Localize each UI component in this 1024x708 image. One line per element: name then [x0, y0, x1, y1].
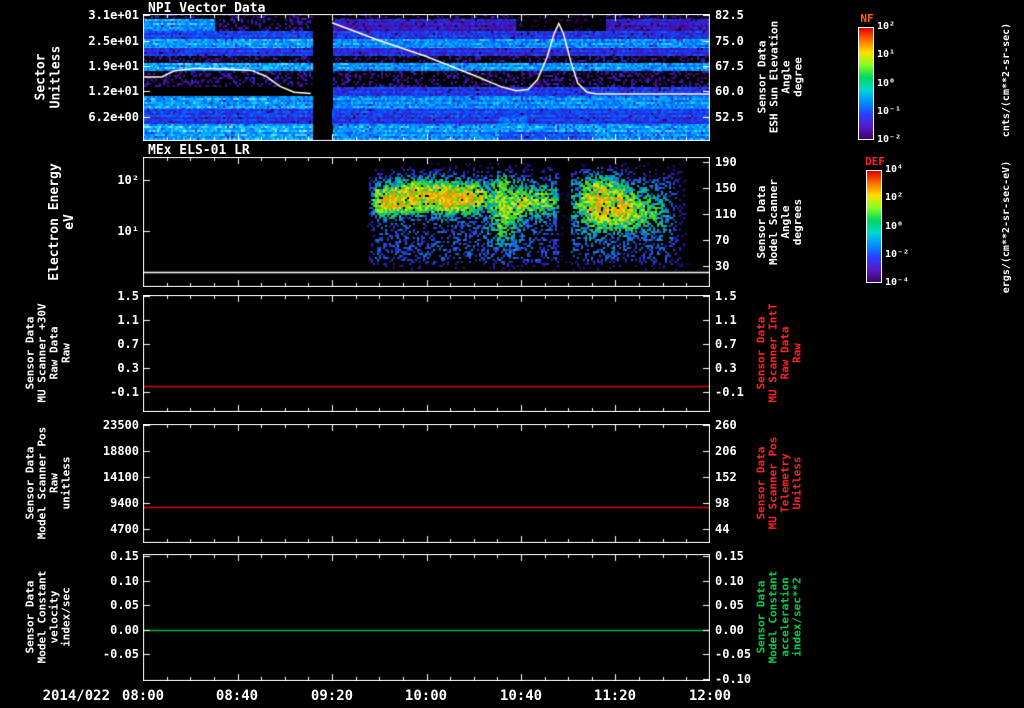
panel1-ytick-label: 1.2e+01	[88, 84, 139, 98]
panel5-y2tick-label: -0.10	[715, 672, 752, 686]
def-colorbar-units-label: ergs/(cm**2-sr-sec-eV)	[1001, 160, 1012, 294]
panel5-y2tick-label: 0.05	[715, 598, 744, 612]
panel1-ytick-label: 3.1e+01	[88, 8, 139, 22]
panel1-y2tick-label: 52.5	[715, 110, 744, 124]
def-colorbar-tick-label: 10⁻²	[885, 249, 910, 260]
panel2-y2tick-label: 70	[715, 233, 730, 247]
panel1-y2tick-label: 75.0	[715, 34, 744, 48]
panel4-y2tick-label: 98	[715, 496, 730, 510]
nf-colorbar-tick-label: 10²	[877, 21, 896, 32]
x-tick-label: 08:40	[215, 688, 259, 704]
x-tick-label: 10:00	[404, 688, 448, 704]
axis-label-line: Unitless	[790, 456, 804, 510]
panel5-y-axis-label: Sensor Data Model Constant velocity inde…	[24, 554, 73, 681]
nf-colorbar-tick-label: 10¹	[877, 49, 896, 60]
panel4-ytick-label: 18800	[102, 444, 139, 458]
panel5-y2tick-label: 0.15	[715, 549, 744, 563]
panel3-ytick-label: 1.1	[117, 313, 139, 327]
panel2-ytick-label: 10²	[117, 173, 139, 187]
panel2-title: MEx ELS-01 LR	[148, 143, 250, 158]
panel5-y2tick-label: -0.05	[715, 647, 752, 661]
x-axis-date-label: 2014/022	[42, 688, 110, 704]
axis-label-line: index/sec**2	[790, 577, 804, 657]
panel4-y2tick-label: 44	[715, 522, 730, 536]
panel2-ytick-label: 10¹	[117, 224, 139, 238]
panel3-ytick-label: 0.3	[117, 361, 139, 375]
els-spectrogram-canvas	[143, 157, 710, 287]
x-tick-label: 11:20	[593, 688, 637, 704]
def-colorbar-tick-label: 10⁻⁴	[885, 277, 910, 288]
nf-colorbar-tick-label: 10⁰	[877, 78, 896, 89]
nf-colorbar-tick-label: 10⁻¹	[877, 106, 902, 117]
panel1-ytick-label: 2.5e+01	[88, 34, 139, 48]
x-tick-label: 12:00	[688, 688, 732, 704]
panel5-y2tick-label: 0.00	[715, 623, 744, 637]
panel5-y2-axis-label: Sensor Data Model Constant acceleration …	[755, 554, 804, 681]
panel5-ytick-label: -0.05	[102, 647, 139, 661]
panel1-y2tick-label: 60.0	[715, 84, 744, 98]
def-colorbar-tick-label: 10²	[885, 192, 904, 203]
axis-label-line: index/sec	[59, 587, 73, 647]
panel3-y2tick-label: -0.1	[715, 385, 744, 399]
def-colorbar-tick-label: 10⁴	[885, 164, 904, 175]
panel4-y2tick-label: 260	[715, 418, 737, 432]
x-tick-label: 09:20	[310, 688, 354, 704]
panel5-y2tick-label: 0.10	[715, 574, 744, 588]
panel1-y-axis-label: Sector Unitless	[34, 14, 64, 141]
axis-label-line: degrees	[791, 198, 804, 246]
panel2-y2tick-label: 30	[715, 259, 730, 273]
panel2-y2tick-label: 190	[715, 155, 737, 169]
panel2-y2tick-label: 150	[715, 181, 737, 195]
nf-colorbar-units-label: cnts/(cm**2-sr-sec)	[1001, 22, 1012, 138]
axis-label-line: degree	[791, 57, 805, 97]
panel3-y2tick-label: 1.1	[715, 313, 737, 327]
axis-label-line: Sector	[33, 53, 49, 101]
x-tick-label: 08:00	[121, 688, 165, 704]
x-tick-label: 10:40	[499, 688, 543, 704]
panel3-ytick-label: 0.7	[117, 337, 139, 351]
panel3-ytick-label: 1.5	[117, 289, 139, 303]
model-constant-velocity-plot-canvas	[143, 554, 710, 681]
axis-label-line: Raw	[790, 343, 804, 363]
panel3-y2tick-label: 0.3	[715, 361, 737, 375]
panel1-ytick-label: 6.2e+00	[88, 110, 139, 124]
panel3-y2tick-label: 1.5	[715, 289, 737, 303]
def-colorbar-tick-label: 10⁰	[885, 221, 904, 232]
panel4-ytick-label: 4700	[110, 522, 139, 536]
panel5-ytick-label: 0.00	[110, 623, 139, 637]
panel4-y2tick-label: 152	[715, 470, 737, 484]
model-scanner-pos-plot-canvas	[143, 424, 710, 543]
nf-colorbar	[858, 27, 874, 140]
mu-scanner-30v-plot-canvas	[143, 295, 710, 412]
panel4-ytick-label: 9400	[110, 496, 139, 510]
panel3-ytick-label: -0.1	[110, 385, 139, 399]
panel4-ytick-label: 14100	[102, 470, 139, 484]
npi-spectrogram-canvas	[143, 14, 710, 141]
panel4-ytick-label: 23500	[102, 418, 139, 432]
panel1-ytick-label: 1.9e+01	[88, 59, 139, 73]
plot-root: NPI Vector Data MEx ELS-01 LR Sector Uni…	[0, 0, 1024, 708]
panel5-ytick-label: 0.10	[110, 574, 139, 588]
nf-colorbar-tick-label: 10⁻²	[877, 134, 902, 145]
panel5-ytick-label: 0.15	[110, 549, 139, 563]
panel1-y2tick-label: 67.5	[715, 59, 744, 73]
panel4-y2tick-label: 206	[715, 444, 737, 458]
panel3-y2tick-label: 0.7	[715, 337, 737, 351]
axis-label-line: Electron Energy	[47, 163, 62, 281]
panel1-y2tick-label: 82.5	[715, 8, 744, 22]
panel5-ytick-label: 0.05	[110, 598, 139, 612]
panel2-y2tick-label: 110	[715, 207, 737, 221]
def-colorbar	[866, 170, 882, 283]
